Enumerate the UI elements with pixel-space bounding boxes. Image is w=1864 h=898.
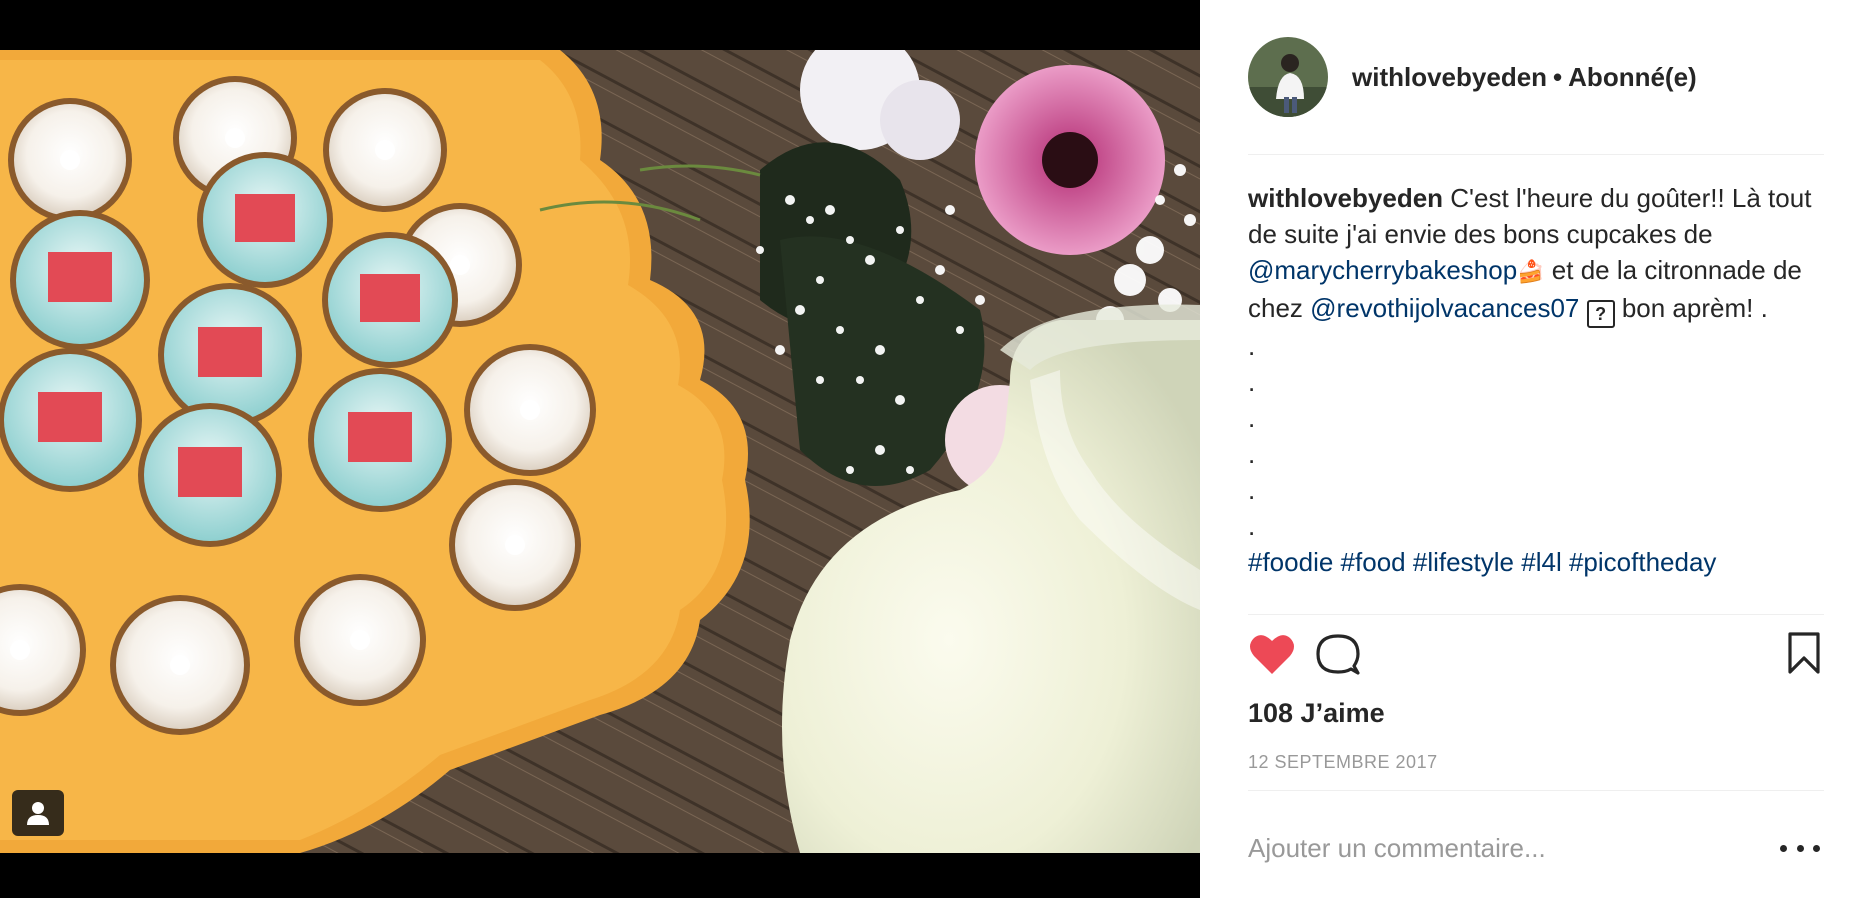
follow-status[interactable]: Abonné(e) bbox=[1568, 62, 1697, 92]
more-options-icon bbox=[1813, 844, 1820, 852]
post-sidebar: withlovebyeden • Abonné(e) withlovebyeden … bbox=[1200, 0, 1864, 898]
header-separator: • bbox=[1553, 61, 1563, 92]
mention-link[interactable]: @marycherrybakeshop bbox=[1248, 255, 1517, 285]
user-tag-icon bbox=[27, 802, 49, 825]
like-button[interactable] bbox=[1248, 632, 1296, 681]
caption-dot: . bbox=[1248, 367, 1256, 397]
divider bbox=[1248, 614, 1824, 615]
more-options-button[interactable] bbox=[1780, 836, 1820, 860]
avatar[interactable] bbox=[1248, 37, 1328, 117]
cake-emoji: 🍰 bbox=[1517, 259, 1545, 284]
caption-dot: . bbox=[1248, 511, 1256, 541]
caption-dots: . . . . . . bbox=[1248, 328, 1824, 544]
post-date: 12 SEPTEMBRE 2017 bbox=[1248, 752, 1438, 772]
caption-dot: . bbox=[1248, 475, 1256, 505]
comment-button[interactable] bbox=[1316, 632, 1360, 681]
hashtag-link[interactable]: #l4l bbox=[1521, 547, 1561, 577]
heart-icon bbox=[1250, 635, 1294, 674]
likes-count[interactable]: 108 J’aime bbox=[1248, 698, 1385, 729]
header-text: withlovebyeden • Abonné(e) bbox=[1352, 62, 1697, 93]
caption-dot: . bbox=[1248, 331, 1256, 361]
post-username[interactable]: withlovebyeden bbox=[1352, 62, 1547, 92]
hashtag-link[interactable]: #lifestyle bbox=[1413, 547, 1514, 577]
unknown-glyph: ? bbox=[1586, 300, 1615, 328]
hashtag-link[interactable]: #picoftheday bbox=[1569, 547, 1716, 577]
post-photo[interactable] bbox=[0, 50, 1200, 853]
save-button[interactable] bbox=[1788, 632, 1820, 679]
hashtag-link[interactable]: #food bbox=[1341, 547, 1406, 577]
divider bbox=[1248, 790, 1824, 791]
avatar-image bbox=[1248, 37, 1328, 117]
caption-text: bon aprèm! . bbox=[1614, 293, 1768, 323]
post-media bbox=[0, 0, 1200, 898]
hashtag-link[interactable]: #foodie bbox=[1248, 547, 1333, 577]
caption-username[interactable]: withlovebyeden bbox=[1248, 183, 1443, 213]
comment-input[interactable] bbox=[1248, 828, 1748, 868]
divider bbox=[1248, 154, 1824, 155]
post-caption: withlovebyeden C'est l'heure du goûter!!… bbox=[1248, 180, 1824, 612]
tagged-users-button[interactable] bbox=[12, 790, 64, 836]
post-header: withlovebyeden • Abonné(e) bbox=[1248, 36, 1824, 118]
post-actions bbox=[1248, 632, 1824, 684]
more-options-icon bbox=[1796, 844, 1804, 852]
comment-icon bbox=[1316, 634, 1360, 675]
caption-dot: . bbox=[1248, 439, 1256, 469]
bookmark-icon bbox=[1788, 632, 1820, 674]
more-options-icon bbox=[1780, 844, 1787, 852]
photo-illustration bbox=[0, 50, 1200, 853]
mention-link[interactable]: @revothijolvacances07 bbox=[1310, 293, 1579, 323]
caption-dot: . bbox=[1248, 403, 1256, 433]
